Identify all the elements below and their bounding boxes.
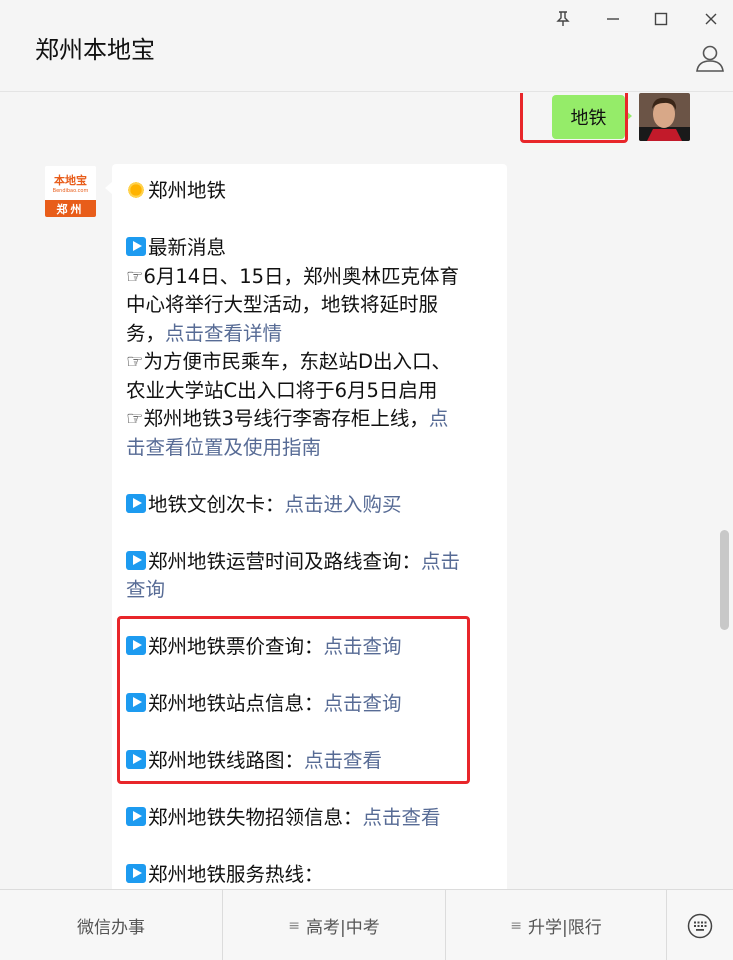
user-avatar[interactable] [639, 93, 690, 141]
maximize-button[interactable] [646, 6, 676, 32]
logo-city: 郑州 [45, 200, 96, 217]
news-title: 最新消息 [148, 236, 227, 259]
title-bar: 郑州本地宝 [0, 0, 733, 92]
chat-area[interactable]: 地铁 本地宝 Bendibao.com 郑州 郑州地铁 最新消息 ☞6月14日、… [0, 93, 733, 889]
news-2-line-1: ☞为方便市民乘车，东赵站D出入口、 [126, 350, 451, 373]
profile-button[interactable] [694, 42, 726, 74]
outgoing-message[interactable]: 地铁 [552, 95, 632, 139]
bottom-menu: 微信办事 ≡ 高考|中考 ≡ 升学|限行 [0, 889, 733, 960]
maximize-icon [654, 12, 668, 26]
lost-link[interactable]: 点击查看 [363, 806, 441, 829]
menu-item-label: 微信办事 [77, 918, 145, 938]
pin-button[interactable] [548, 6, 578, 32]
card-link[interactable]: 点击进入购买 [285, 493, 402, 516]
minimize-icon [607, 18, 619, 20]
hours-link-cont[interactable]: 查询 [126, 578, 165, 601]
menu-item-exams[interactable]: ≡ 高考|中考 [223, 890, 446, 960]
keyboard-icon [687, 913, 713, 938]
news-3-link[interactable]: 点 [429, 407, 449, 430]
pin-icon [556, 11, 570, 26]
play-icon [126, 550, 146, 570]
logo-brand: 本地宝 [54, 173, 87, 187]
bendibao-logo: 本地宝 Bendibao.com [45, 166, 96, 199]
station-label: 郑州地铁站点信息： [148, 692, 324, 715]
news-1-link[interactable]: 点击查看详情 [165, 322, 282, 345]
close-icon [705, 13, 717, 25]
person-icon [696, 45, 724, 72]
hotline-label: 郑州地铁服务热线： [148, 863, 324, 886]
news-3-line-1: ☞郑州地铁3号线行李寄存柜上线， [126, 407, 429, 430]
message-header: 郑州地铁 [148, 179, 227, 202]
scrollbar[interactable] [720, 530, 729, 630]
logo-domain: Bendibao.com [52, 187, 89, 194]
close-button[interactable] [696, 6, 726, 32]
fare-link[interactable]: 点击查询 [324, 635, 402, 658]
map-link[interactable]: 点击查看 [304, 749, 382, 772]
play-icon [126, 807, 146, 826]
submenu-icon: ≡ [510, 917, 522, 934]
play-icon [126, 636, 146, 655]
menu-item-label: 高考|中考 [306, 918, 380, 938]
play-icon [126, 237, 146, 256]
lost-label: 郑州地铁失物招领信息： [148, 806, 363, 829]
play-icon [126, 493, 146, 513]
incoming-message: 郑州地铁 最新消息 ☞6月14日、15日，郑州奥林匹克体育 中心将举行大型活动，… [105, 164, 507, 889]
card-label: 地铁文创次卡： [148, 492, 285, 516]
menu-item-wechat-service[interactable]: 微信办事 [0, 890, 223, 960]
hours-label: 郑州地铁运营时间及路线查询： [148, 549, 422, 573]
submenu-icon: ≡ [288, 917, 300, 934]
menu-item-label: 升学|限行 [528, 918, 602, 938]
map-label: 郑州地铁线路图： [148, 749, 305, 772]
news-3-link-cont[interactable]: 击查看位置及使用指南 [126, 436, 321, 459]
keyboard-button[interactable] [667, 890, 733, 960]
news-1-line-1: ☞6月14日、15日，郑州奥林匹克体育 [126, 264, 460, 288]
play-icon [126, 693, 146, 712]
news-1-line-2: 中心将举行大型活动，地铁将延时服 [126, 293, 439, 316]
fare-label: 郑州地铁票价查询： [148, 635, 324, 658]
station-link[interactable]: 点击查询 [324, 692, 402, 715]
bot-avatar[interactable]: 本地宝 Bendibao.com 郑州 [45, 166, 96, 217]
hours-link[interactable]: 点击 [421, 550, 460, 573]
play-icon [126, 750, 146, 769]
play-icon [126, 864, 146, 883]
sun-icon [126, 180, 146, 200]
window-title: 郑州本地宝 [35, 36, 155, 64]
news-1-line-3: 务， [126, 321, 166, 345]
minimize-button[interactable] [598, 6, 628, 32]
news-2-line-2: 农业大学站C出入口将于6月5日启用 [126, 378, 438, 402]
menu-item-enrollment[interactable]: ≡ 升学|限行 [446, 890, 667, 960]
